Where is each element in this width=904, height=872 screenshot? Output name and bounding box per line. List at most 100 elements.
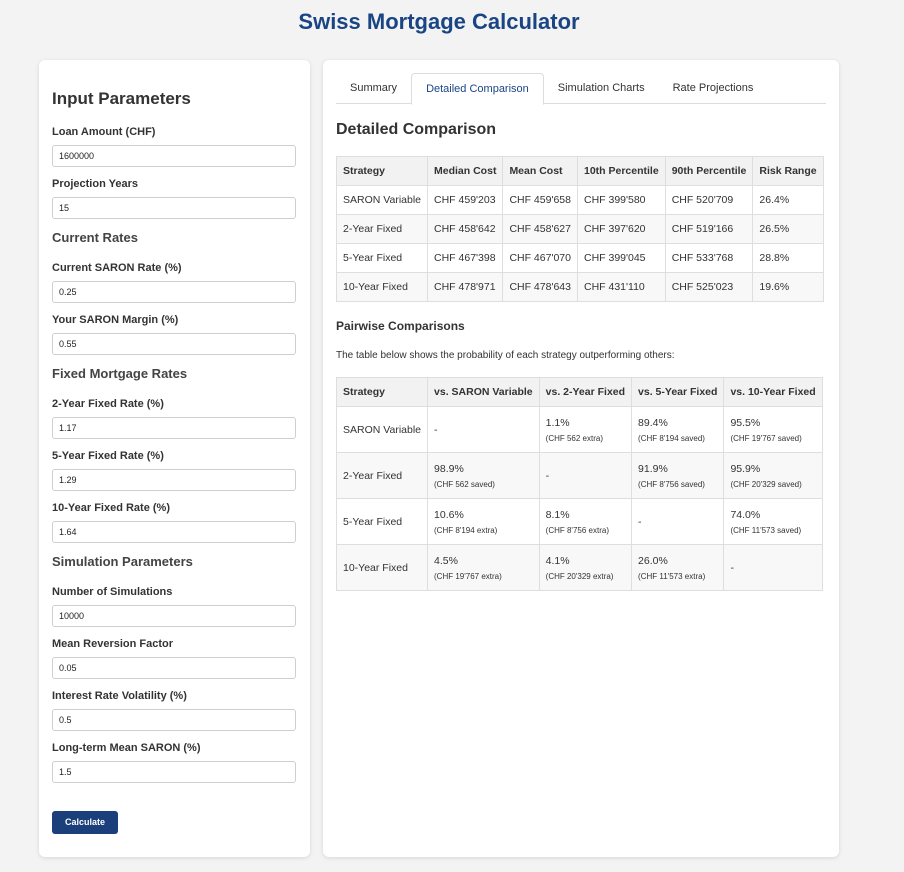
- table-cell: CHF 467'398: [427, 243, 504, 273]
- table-cell: CHF 399'045: [576, 243, 666, 273]
- tab-simulation-charts[interactable]: Simulation Charts: [544, 73, 659, 104]
- cost-difference: (CHF 20'329 saved): [730, 479, 802, 489]
- input-parameters-heading: Input Parameters: [52, 89, 191, 108]
- table-row: 5-Year Fixed CHF 467'398 CHF 467'070 CHF…: [335, 243, 824, 273]
- table-cell: 91.9% (CHF 8'756 saved): [631, 452, 725, 499]
- cost-difference: (CHF 11'573 saved): [730, 525, 802, 535]
- probability-value: 74.0%: [730, 508, 761, 521]
- table-cell: CHF 399'580: [576, 185, 666, 215]
- probability-value: 89.4%: [638, 416, 668, 429]
- table-cell: -: [631, 498, 725, 545]
- table-row: 10-Year Fixed 4.5% (CHF 19'767 extra) 4.1…: [335, 544, 823, 591]
- table-row: 10-Year Fixed CHF 478'971 CHF 478'643 CH…: [335, 272, 824, 302]
- table-header-row: Strategy Median Cost Mean Cost 10th Perc…: [335, 156, 824, 186]
- pairwise-comparisons-heading: Pairwise Comparisons: [336, 319, 465, 333]
- table-cell: 26.4%: [752, 185, 824, 215]
- table-cell: -: [427, 406, 540, 453]
- table-cell: CHF 459'658: [502, 185, 578, 215]
- mean-reversion-input[interactable]: [52, 657, 296, 679]
- fixed-2y-label: 2-Year Fixed Rate (%): [52, 398, 164, 410]
- page-title: Swiss Mortgage Calculator: [298, 9, 580, 34]
- probability-value: 4.5%: [434, 554, 458, 567]
- table-cell: 5-Year Fixed: [335, 243, 429, 273]
- column-header: vs. 5-Year Fixed: [631, 377, 725, 407]
- volatility-input[interactable]: [52, 709, 296, 731]
- cost-difference: (CHF 562 extra): [545, 433, 604, 443]
- saron-rate-input[interactable]: [52, 281, 296, 303]
- table-cell: CHF 520'709: [664, 185, 754, 215]
- results-panel: Summary Detailed Comparison Simulation C…: [323, 60, 839, 857]
- table-cell: 19.6%: [752, 272, 824, 302]
- longterm-saron-label: Long-term Mean SARON (%): [52, 742, 201, 754]
- table-cell: 10.6% (CHF 8'194 extra): [427, 498, 540, 545]
- calculate-button[interactable]: Calculate: [52, 811, 119, 834]
- table-row: SARON Variable - 1.1% (CHF 562 extra) 89.…: [335, 406, 823, 453]
- table-cell: CHF 459'203: [427, 185, 504, 215]
- table-cell: CHF 467'070: [502, 243, 578, 273]
- tab-bar: Summary Detailed Comparison Simulation C…: [336, 73, 826, 105]
- table-cell: CHF 525'023: [664, 272, 754, 302]
- saron-margin-input[interactable]: [52, 333, 296, 355]
- probability-value: 10.6%: [434, 508, 464, 521]
- fixed-10y-input[interactable]: [52, 521, 296, 543]
- table-cell: 1.1% (CHF 562 extra): [538, 406, 633, 453]
- table-cell: 95.5% (CHF 19'767 saved): [723, 406, 823, 453]
- probability-value: 95.5%: [730, 416, 761, 429]
- table-cell: CHF 519'166: [664, 214, 754, 244]
- column-header: vs. 2-Year Fixed: [538, 377, 633, 407]
- num-simulations-input[interactable]: [52, 605, 296, 627]
- pairwise-description: The table below shows the probability of…: [336, 350, 675, 361]
- table-row: 2-Year Fixed CHF 458'642 CHF 458'627 CHF…: [335, 214, 824, 244]
- longterm-saron-input[interactable]: [52, 761, 296, 783]
- column-header: Strategy: [335, 377, 429, 407]
- column-header: Mean Cost: [502, 156, 578, 186]
- table-cell: CHF 478'971: [427, 272, 504, 302]
- cost-difference: (CHF 11'573 extra): [638, 571, 706, 581]
- cost-difference: (CHF 562 saved): [434, 479, 495, 489]
- cost-difference: (CHF 8'756 saved): [638, 479, 705, 489]
- current-rates-heading: Current Rates: [52, 230, 138, 245]
- table-cell: 74.0% (CHF 11'573 saved): [723, 498, 823, 545]
- probability-value: -: [434, 423, 438, 436]
- saron-rate-label: Current SARON Rate (%): [52, 262, 182, 274]
- strategy-cell: 2-Year Fixed: [335, 452, 429, 499]
- loan-amount-input[interactable]: [52, 145, 296, 167]
- probability-value: 4.1%: [545, 554, 570, 567]
- table-cell: 4.1% (CHF 20'329 extra): [538, 544, 633, 591]
- loan-amount-label: Loan Amount (CHF): [52, 126, 156, 138]
- cost-difference: (CHF 8'194 extra): [434, 525, 498, 535]
- strategy-cell: 5-Year Fixed: [335, 498, 429, 545]
- table-cell: 28.8%: [752, 243, 824, 273]
- table-cell: 8.1% (CHF 8'756 extra): [538, 498, 633, 545]
- table-cell: -: [723, 544, 823, 591]
- projection-years-label: Projection Years: [52, 178, 139, 190]
- cost-difference: (CHF 8'194 saved): [638, 433, 705, 443]
- comparison-table: Strategy Median Cost Mean Cost 10th Perc…: [335, 156, 824, 302]
- probability-value: 1.1%: [545, 416, 570, 429]
- table-cell: 95.9% (CHF 20'329 saved): [723, 452, 823, 499]
- table-cell: 10-Year Fixed: [335, 272, 429, 302]
- column-header: Median Cost: [427, 156, 504, 186]
- probability-value: 91.9%: [638, 462, 668, 475]
- fixed-5y-label: 5-Year Fixed Rate (%): [52, 450, 164, 462]
- table-header-row: Strategy vs. SARON Variable vs. 2-Year F…: [335, 377, 823, 407]
- fixed-5y-input[interactable]: [52, 469, 296, 491]
- table-cell: CHF 533'768: [664, 243, 754, 273]
- table-cell: 2-Year Fixed: [335, 214, 429, 244]
- volatility-label: Interest Rate Volatility (%): [52, 690, 187, 702]
- table-cell: 4.5% (CHF 19'767 extra): [427, 544, 540, 591]
- table-cell: CHF 431'110: [576, 272, 666, 302]
- num-simulations-label: Number of Simulations: [52, 586, 173, 598]
- table-cell: SARON Variable: [335, 185, 429, 215]
- fixed-rates-heading: Fixed Mortgage Rates: [52, 366, 188, 381]
- column-header: vs. 10-Year Fixed: [723, 377, 823, 407]
- tab-detailed-comparison[interactable]: Detailed Comparison: [411, 73, 544, 105]
- projection-years-input[interactable]: [52, 197, 296, 219]
- tab-rate-projections[interactable]: Rate Projections: [659, 73, 768, 104]
- cost-difference: (CHF 19'767 extra): [434, 571, 502, 581]
- pairwise-table: Strategy vs. SARON Variable vs. 2-Year F…: [335, 377, 823, 591]
- tab-summary[interactable]: Summary: [336, 73, 411, 104]
- table-cell: CHF 458'627: [502, 214, 578, 244]
- cost-difference: (CHF 19'767 saved): [730, 433, 802, 443]
- fixed-2y-input[interactable]: [52, 417, 296, 439]
